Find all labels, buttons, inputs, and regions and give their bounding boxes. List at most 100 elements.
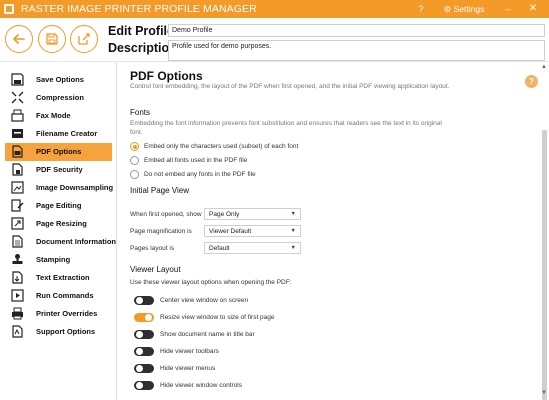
page-description: Control font embedding, the layout of th… [130, 83, 450, 90]
sidebar-item-label: PDF Security [36, 165, 83, 174]
sidebar-item-filename-creator[interactable]: Filename Creator [5, 125, 112, 143]
toggle-knob [136, 331, 143, 338]
sidebar-item-text-extraction[interactable]: Text Extraction [5, 269, 112, 287]
sidebar-item-document-information[interactable]: Document Information [5, 233, 116, 251]
chevron-down-icon: ▼ [290, 228, 296, 234]
initial-page-view-heading: Initial Page View [130, 186, 189, 195]
radio-dot [130, 170, 139, 179]
pages-layout-label: Pages layout is [130, 245, 175, 252]
pages-layout-select[interactable]: Default ▼ [204, 242, 301, 254]
select-value: Default [209, 245, 230, 252]
sidebar-item-label: Filename Creator [36, 129, 98, 138]
settings-label: Settings [453, 4, 485, 14]
pdf-options-panel: PDF Options Control font embedding, the … [118, 62, 540, 400]
toggle-label: Resize view window to size of first page [160, 314, 275, 321]
title-bar: RASTER IMAGE PRINTER PROFILE MANAGER ? ⚙… [0, 0, 549, 18]
settings-button[interactable]: ⚙ Settings [432, 0, 496, 18]
close-button[interactable]: ✕ [524, 0, 542, 18]
support-icon [12, 325, 23, 338]
compression-icon [11, 91, 24, 104]
downsampling-icon [11, 181, 24, 194]
sidebar-item-label: Text Extraction [36, 273, 90, 282]
help-button[interactable]: ? [413, 0, 429, 18]
toggle-label: Hide viewer menus [160, 365, 216, 372]
sidebar-item-label: Fax Mode [36, 111, 71, 120]
sidebar-item-label: Page Resizing [36, 219, 87, 228]
profile-description-input[interactable]: Profile used for demo purposes. [168, 40, 545, 61]
pdf-security-icon [12, 163, 23, 176]
pdf-icon [12, 145, 23, 158]
fax-icon [11, 109, 24, 122]
printer-icon [12, 307, 23, 320]
sidebar-item-fax-mode[interactable]: Fax Mode [5, 107, 112, 125]
page-title: PDF Options [130, 69, 203, 83]
sidebar-item-support-options[interactable]: Support Options [5, 323, 112, 341]
text-extraction-icon [12, 271, 23, 284]
sidebar-item-label: Image Downsampling [36, 183, 114, 192]
gear-icon: ⚙ [443, 4, 452, 14]
stamp-icon [12, 254, 23, 264]
toggle-knob [136, 365, 143, 372]
sidebar-item-label: Page Editing [36, 201, 82, 210]
sidebar-item-label: Document Information [36, 237, 116, 246]
profile-name-input[interactable]: Demo Profile [168, 24, 545, 37]
sidebar-item-page-resizing[interactable]: Page Resizing [5, 215, 112, 233]
scrollbar-thumb[interactable] [542, 130, 547, 400]
app-logo-icon [4, 4, 14, 14]
sidebar-item-label: Save Options [36, 75, 84, 84]
sidebar-item-stamping[interactable]: Stamping [5, 251, 112, 269]
chevron-down-icon: ▼ [290, 245, 296, 251]
magnification-select[interactable]: Viewer Default ▼ [204, 225, 301, 237]
radio-dot [130, 156, 139, 165]
fonts-heading: Fonts [130, 108, 151, 117]
select-value: Viewer Default [209, 228, 252, 235]
back-arrow-icon [13, 34, 25, 44]
first-opened-select[interactable]: Page Only ▼ [204, 208, 301, 220]
radio-dot [130, 142, 139, 151]
back-button[interactable] [5, 25, 33, 53]
sidebar-item-label: Support Options [36, 327, 96, 336]
save-options-icon [11, 73, 24, 86]
sidebar-item-pdf-security[interactable]: PDF Security [5, 161, 112, 179]
select-value: Page Only [209, 211, 240, 218]
chevron-down-icon: ▼ [290, 211, 296, 217]
minimize-button[interactable]: – [500, 0, 516, 18]
sidebar-item-pdf-options[interactable]: PDF Options [5, 143, 112, 161]
toggle-knob [136, 348, 143, 355]
toggle-label: Show document name in title bar [160, 331, 255, 338]
filename-icon [12, 129, 23, 138]
toggle-knob [145, 314, 152, 321]
sidebar-item-image-downsampling[interactable]: Image Downsampling [5, 179, 114, 197]
viewer-layout-description: Use these viewer layout options when ope… [130, 279, 292, 286]
sidebar-item-save-options[interactable]: Save Options [5, 71, 112, 89]
sidebar: Save Options Compression Fax Mode Filena… [0, 62, 117, 400]
sidebar-item-run-commands[interactable]: Run Commands [5, 287, 112, 305]
sidebar-item-compression[interactable]: Compression [5, 89, 112, 107]
sidebar-item-label: Stamping [36, 255, 71, 264]
sidebar-item-printer-overrides[interactable]: Printer Overrides [5, 305, 112, 323]
scroll-up-icon[interactable]: ▲ [541, 64, 547, 70]
scroll-down-icon[interactable]: ▼ [541, 390, 547, 396]
help-icon[interactable]: ? [525, 75, 538, 88]
toggle-knob [136, 297, 143, 304]
page-resizing-icon [11, 217, 24, 230]
document-info-icon [12, 235, 23, 248]
toggle-knob [136, 382, 143, 389]
edit-button[interactable] [70, 25, 98, 53]
toggle-label: Center view window on screen [160, 297, 249, 304]
save-button[interactable] [38, 25, 66, 53]
toggle-label: Hide viewer window controls [160, 382, 243, 389]
sidebar-item-label: Compression [36, 93, 84, 102]
sidebar-item-page-editing[interactable]: Page Editing [5, 197, 112, 215]
edit-icon [78, 33, 90, 45]
run-commands-icon [11, 289, 24, 302]
fonts-description: Embedding the font information prevents … [130, 120, 442, 136]
radio-label: Embed all fonts used in the PDF file [144, 157, 248, 164]
page-editing-icon [11, 199, 24, 212]
vertical-scrollbar[interactable]: ▲ ▼ [540, 62, 549, 400]
viewer-layout-heading: Viewer Layout [130, 265, 181, 274]
radio-label: Embed only the characters used (subset) … [144, 143, 299, 150]
sidebar-item-label: PDF Options [36, 147, 82, 156]
save-icon [46, 33, 58, 45]
magnification-label: Page magnification is [130, 228, 192, 235]
